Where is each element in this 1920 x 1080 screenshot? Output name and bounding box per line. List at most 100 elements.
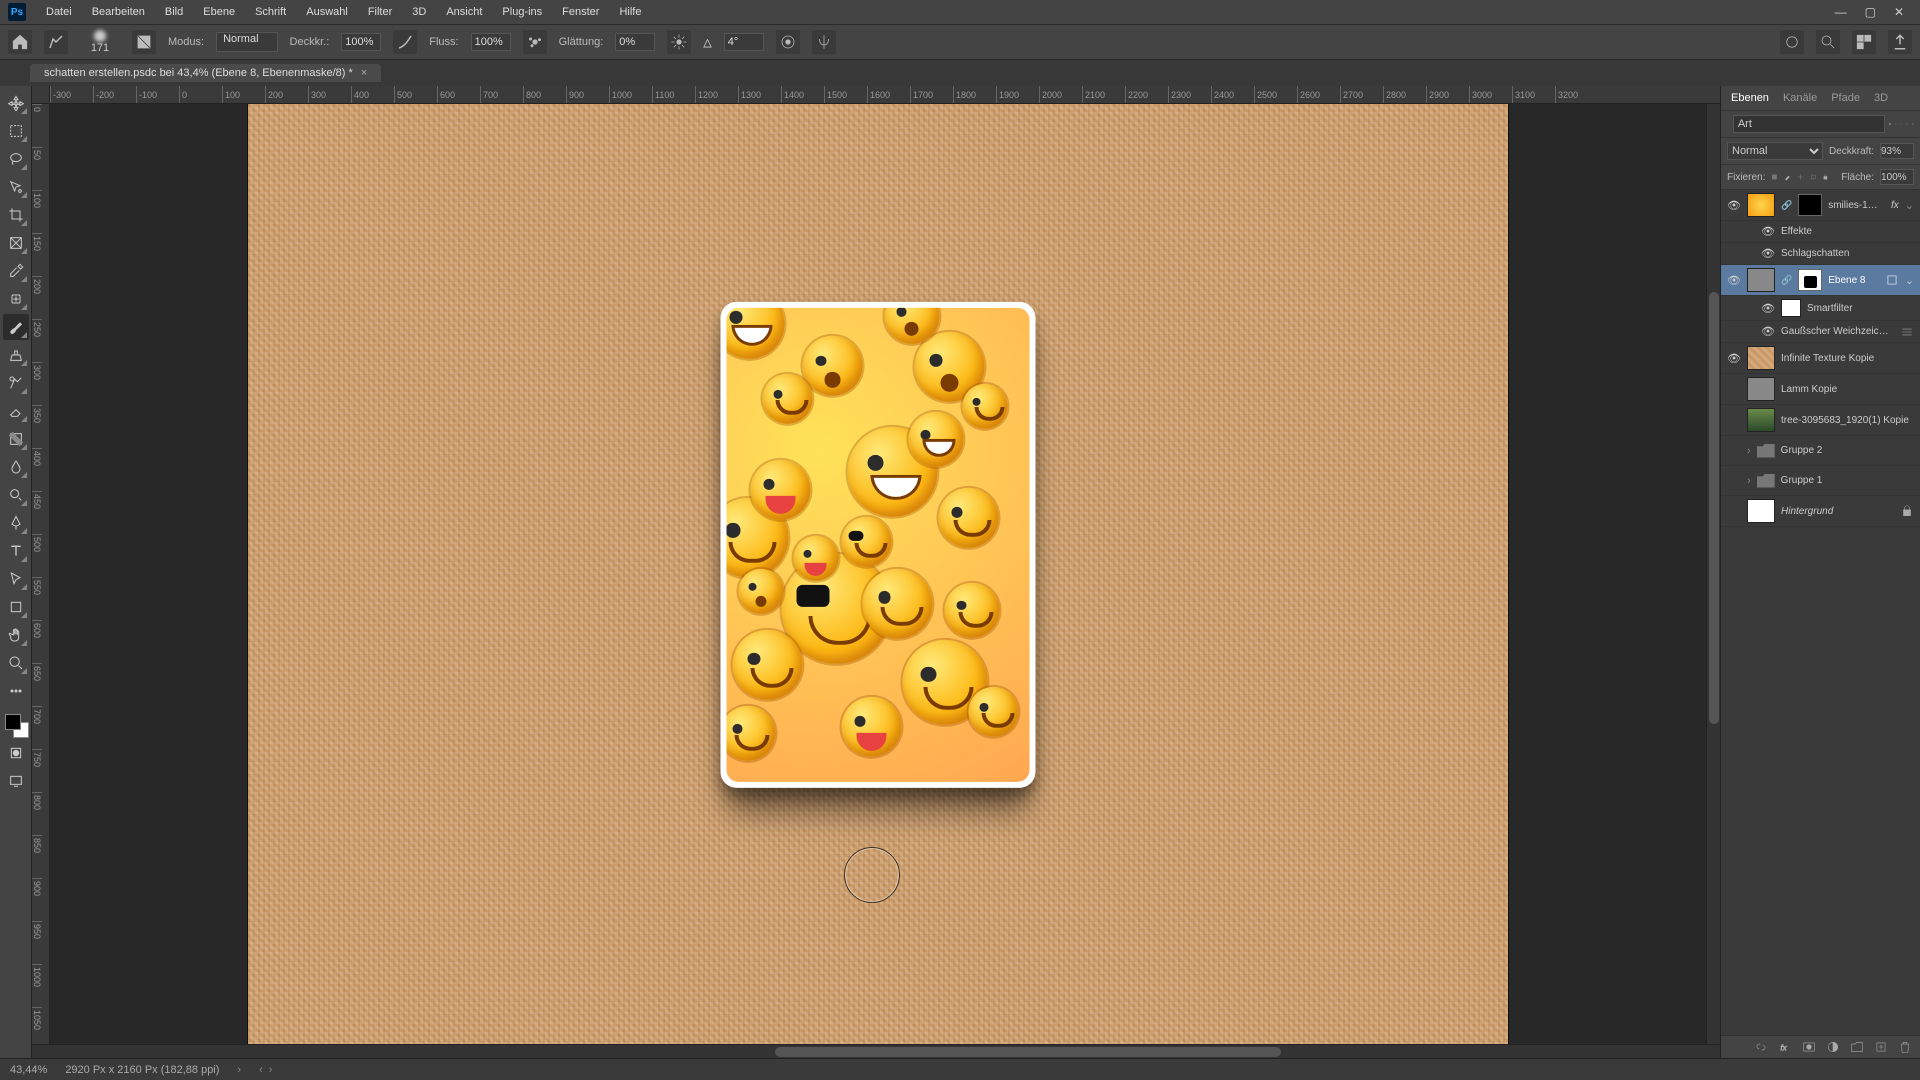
filter-settings-icon[interactable] — [1900, 325, 1914, 339]
next-button[interactable]: › — [269, 1064, 273, 1076]
vertical-ruler[interactable]: 0501001502002503003504004505005506006507… — [32, 104, 50, 1044]
layer-name[interactable]: smilies-1…0 Kopie 2 — [1828, 200, 1885, 211]
menu-fenster[interactable]: Fenster — [552, 6, 609, 18]
hand-tool[interactable] — [3, 622, 29, 648]
zoom-tool[interactable] — [3, 650, 29, 676]
menu-filter[interactable]: Filter — [358, 6, 402, 18]
tab-channels[interactable]: Kanäle — [1783, 92, 1817, 104]
lock-paint-icon[interactable] — [1784, 170, 1791, 184]
crop-tool[interactable] — [3, 202, 29, 228]
smartfilter-header[interactable]: 👁 Smartfilter — [1721, 296, 1920, 321]
eraser-tool[interactable] — [3, 398, 29, 424]
filter-type-icon[interactable] — [1900, 117, 1902, 131]
opacity-input[interactable] — [341, 33, 381, 51]
brush-tool[interactable] — [3, 314, 29, 340]
share-button[interactable] — [1888, 30, 1912, 54]
path-select-tool[interactable] — [3, 566, 29, 592]
menu-ansicht[interactable]: Ansicht — [436, 6, 492, 18]
filter-mask-thumb[interactable] — [1781, 299, 1801, 317]
layer-thumb[interactable] — [1747, 193, 1775, 217]
chevron-down-icon[interactable]: ⌄ — [1905, 274, 1914, 287]
type-tool[interactable] — [3, 538, 29, 564]
add-mask-button[interactable] — [1802, 1040, 1816, 1054]
layer-thumb[interactable] — [1747, 346, 1775, 370]
layer-row-gruppe2[interactable]: › Gruppe 2 — [1721, 436, 1920, 466]
blur-tool[interactable] — [3, 454, 29, 480]
lock-all-icon[interactable] — [1822, 170, 1829, 184]
chevron-right-icon[interactable]: › — [1747, 445, 1751, 457]
tab-3d[interactable]: 3D — [1874, 92, 1888, 104]
layer-name[interactable]: tree-3095683_1920(1) Kopie — [1781, 415, 1914, 426]
close-tab-button[interactable]: × — [361, 67, 367, 79]
lock-transparency-icon[interactable] — [1771, 170, 1778, 184]
visibility-toggle[interactable]: 👁 — [1727, 274, 1741, 287]
new-layer-button[interactable] — [1874, 1040, 1888, 1054]
chevron-right-icon[interactable]: › — [1747, 475, 1751, 487]
horizontal-ruler[interactable]: -300-200-1000100200300400500600700800900… — [32, 86, 1720, 104]
visibility-toggle[interactable]: 👁 — [1761, 247, 1775, 260]
layer-style-button[interactable]: fx — [1778, 1040, 1792, 1054]
flow-input[interactable] — [471, 33, 511, 51]
tool-preset-button[interactable] — [44, 30, 68, 54]
visibility-toggle[interactable]: 👁 — [1727, 352, 1741, 365]
gradient-tool[interactable] — [3, 426, 29, 452]
smartfilter-gaussian[interactable]: 👁 Gaußscher Weichzeichner — [1721, 321, 1920, 343]
menu-schrift[interactable]: Schrift — [245, 6, 296, 18]
window-minimize-button[interactable]: — — [1835, 5, 1847, 19]
link-layers-button[interactable] — [1754, 1040, 1768, 1054]
blend-mode-select[interactable]: Normal — [216, 32, 277, 52]
document-info[interactable]: 2920 Px x 2160 Px (182,88 ppi) — [65, 1064, 219, 1076]
prev-button[interactable]: ‹ — [259, 1064, 263, 1076]
tab-layers[interactable]: Ebenen — [1731, 92, 1769, 104]
menu-auswahl[interactable]: Auswahl — [296, 6, 358, 18]
symmetry-button[interactable] — [812, 30, 836, 54]
layer-thumb[interactable] — [1747, 377, 1775, 401]
filter-pixel-icon[interactable] — [1889, 117, 1891, 131]
layer-blend-mode-select[interactable]: Normal — [1727, 142, 1823, 160]
layer-mask-thumb[interactable] — [1798, 269, 1822, 291]
fx-dropshadow[interactable]: 👁 Schlagschatten — [1721, 243, 1920, 265]
healing-brush-tool[interactable] — [3, 286, 29, 312]
filter-smart-icon[interactable] — [1912, 117, 1914, 131]
marquee-tool[interactable] — [3, 118, 29, 144]
layer-fill-input[interactable] — [1880, 169, 1914, 185]
menu-bearbeiten[interactable]: Bearbeiten — [82, 6, 155, 18]
eyedropper-tool[interactable] — [3, 258, 29, 284]
visibility-toggle[interactable]: 👁 — [1727, 199, 1741, 212]
filter-shape-icon[interactable] — [1906, 117, 1908, 131]
chevron-right-icon[interactable]: › — [237, 1064, 241, 1076]
layer-name[interactable]: Infinite Texture Kopie — [1781, 353, 1914, 364]
window-close-button[interactable]: ✕ — [1894, 5, 1904, 19]
layer-row-lamm[interactable]: Lamm Kopie — [1721, 374, 1920, 405]
layer-filter-input[interactable] — [1733, 115, 1885, 133]
layer-name[interactable]: Ebene 8 — [1828, 275, 1879, 286]
visibility-toggle[interactable]: 👁 — [1761, 325, 1775, 338]
document-tab[interactable]: schatten erstellen.psdc bei 43,4% (Ebene… — [30, 64, 381, 82]
layer-row-infinite-texture[interactable]: 👁 Infinite Texture Kopie — [1721, 343, 1920, 374]
layer-name[interactable]: Gruppe 2 — [1781, 445, 1914, 456]
dodge-tool[interactable] — [3, 482, 29, 508]
menu-bild[interactable]: Bild — [155, 6, 193, 18]
lock-position-icon[interactable] — [1797, 170, 1804, 184]
menu-plug-ins[interactable]: Plug-ins — [492, 6, 552, 18]
menu-3d[interactable]: 3D — [402, 6, 436, 18]
layer-thumb[interactable] — [1747, 499, 1775, 523]
tab-paths[interactable]: Pfade — [1831, 92, 1860, 104]
layer-name[interactable]: Lamm Kopie — [1781, 384, 1914, 395]
layer-thumb[interactable] — [1747, 268, 1775, 292]
menu-datei[interactable]: Datei — [36, 6, 82, 18]
home-button[interactable] — [8, 30, 32, 54]
brush-preset-picker[interactable]: 171 — [80, 30, 120, 54]
visibility-toggle[interactable]: 👁 — [1761, 225, 1775, 238]
visibility-toggle[interactable]: 👁 — [1761, 302, 1775, 315]
filter-adjust-icon[interactable] — [1895, 117, 1897, 131]
menu-ebene[interactable]: Ebene — [193, 6, 245, 18]
layer-name[interactable]: Hintergrund — [1781, 506, 1894, 517]
fx-badge[interactable]: fx — [1891, 200, 1899, 211]
color-swatches[interactable] — [3, 712, 29, 738]
opacity-pressure-toggle[interactable] — [393, 30, 417, 54]
layer-mask-thumb[interactable] — [1798, 194, 1822, 216]
tablet-pressure-size-toggle[interactable] — [776, 30, 800, 54]
quick-mask-toggle[interactable] — [3, 740, 29, 766]
smoothing-input[interactable] — [615, 33, 655, 51]
